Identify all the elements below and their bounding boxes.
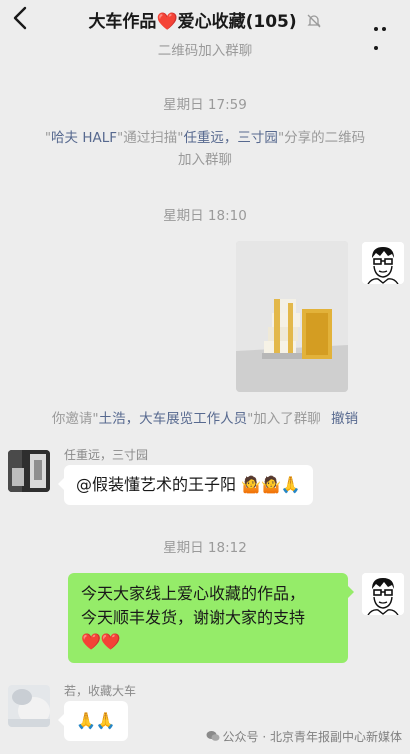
system-message-qr-join: "哈夫 HALF"通过扫描"任重远，三寸园"分享的二维码 加入群聊 <box>20 127 390 171</box>
chat-title-prefix: 大车作品 <box>88 12 157 32</box>
wechat-official-account-icon <box>206 731 220 741</box>
sys-text: "通过扫描" <box>117 130 184 146</box>
timestamp: 星期日 18:10 <box>163 208 247 224</box>
message-bubble-self[interactable]: 今天大家线上爱心收藏的作品， 今天顺丰发货，谢谢大家的支持 ❤️❤️ <box>68 573 354 663</box>
chat-title-suffix: 爱心收藏(105) <box>177 12 297 32</box>
avatar-member[interactable] <box>8 685 50 727</box>
message-bubble[interactable]: 🙏🙏 <box>58 701 128 741</box>
member-link[interactable]: 土浩，大车展览工作人员 <box>99 411 248 427</box>
heart-emoji: ❤️ <box>156 12 178 32</box>
timestamp: 星期日 17:59 <box>163 97 247 113</box>
shared-photo[interactable] <box>236 241 348 392</box>
watermark-text: 公众号 · 北京青年报副中心新媒体 <box>222 730 402 744</box>
timestamp: 星期日 18:12 <box>163 540 247 556</box>
sys-text: 加入群聊 <box>178 152 232 168</box>
avatar-self[interactable] <box>362 242 404 284</box>
system-message-invite: 你邀请"土浩，大车展览工作人员"加入了群聊 撤销 <box>10 408 400 430</box>
watermark: 公众号 · 北京青年报副中心新媒体 <box>206 728 402 745</box>
back-arrow-icon[interactable] <box>8 4 34 32</box>
more-options-icon[interactable] <box>374 16 396 50</box>
sys-text: "分享的二维码 <box>277 130 366 146</box>
message-sender-name: 任重远，三寸园 <box>64 448 149 462</box>
revoke-link[interactable]: 撤销 <box>331 411 358 427</box>
message-bubble[interactable]: @假装懂艺术的王子阳 🤷🤷🙏 <box>58 465 313 505</box>
message-text-line: 今天顺丰发货，谢谢大家的支持 <box>81 608 306 627</box>
member-link[interactable]: 任重远，三寸园 <box>183 130 278 146</box>
avatar-member[interactable] <box>8 450 50 492</box>
chat-title: 大车作品❤️爱心收藏(105) <box>50 7 360 32</box>
member-link[interactable]: 哈夫 HALF <box>51 130 117 146</box>
message-text-line: 今天大家线上爱心收藏的作品， <box>81 584 306 603</box>
chat-header: 大车作品❤️爱心收藏(105) <box>0 0 410 50</box>
system-message-qr-top: 二维码加入群聊 <box>157 43 253 59</box>
sys-text: 你邀请" <box>51 411 99 427</box>
photo-artwork-boxes <box>236 241 348 392</box>
message-sender-name: 若，收藏大车 <box>64 684 137 698</box>
avatar-self[interactable] <box>362 573 404 615</box>
message-text-line: ❤️❤️ <box>81 632 121 651</box>
muted-bell-icon <box>306 14 321 28</box>
sys-text: "加入了群聊 <box>247 411 321 427</box>
